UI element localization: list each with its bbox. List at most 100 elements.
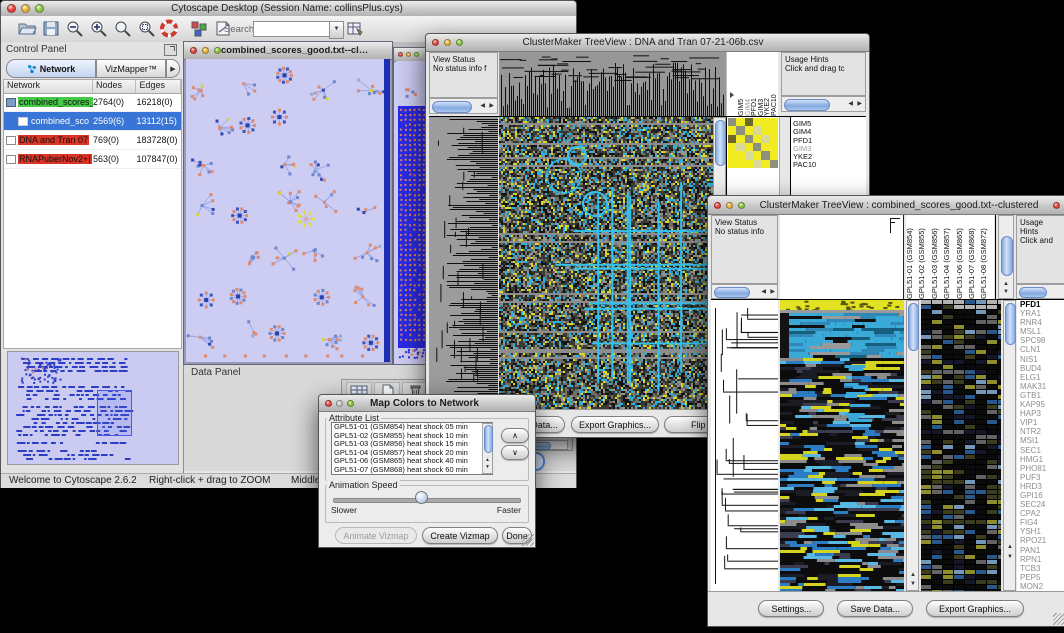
matrix-cell[interactable] bbox=[761, 135, 769, 143]
window-controls[interactable] bbox=[7, 4, 44, 13]
matrix-cell[interactable] bbox=[745, 118, 753, 126]
correlation-matrix[interactable] bbox=[728, 118, 778, 168]
gene-label[interactable]: PUF3 bbox=[1017, 473, 1064, 482]
gene-label[interactable]: CLN1 bbox=[1017, 345, 1064, 354]
search-dropdown-icon[interactable]: ▼ bbox=[329, 21, 344, 39]
resize-grip[interactable] bbox=[1053, 613, 1064, 625]
main-titlebar[interactable]: Cytoscape Desktop (Session Name: collins… bbox=[1, 1, 576, 17]
zoom-in-icon[interactable] bbox=[89, 19, 109, 38]
minimize-icon[interactable] bbox=[202, 47, 209, 54]
minimize-icon[interactable] bbox=[21, 4, 30, 13]
gene-label[interactable]: KAP95 bbox=[1017, 400, 1064, 409]
export-graphics-button[interactable]: Export Graphics... bbox=[571, 416, 659, 433]
usage-hints-hscrollbar[interactable] bbox=[1016, 284, 1064, 299]
gene-label[interactable]: SPC98 bbox=[1017, 336, 1064, 345]
float-panel-icon[interactable] bbox=[164, 44, 177, 56]
matrix-cell[interactable] bbox=[728, 118, 736, 126]
gene-label[interactable]: NIS1 bbox=[1017, 355, 1064, 364]
treeview2-titlebar[interactable]: ClusterMaker TreeView : combined_scores_… bbox=[708, 196, 1064, 215]
network-table-row[interactable]: combined_scores_ 2764(0) 16218(0) bbox=[4, 93, 181, 112]
matrix-cell[interactable] bbox=[770, 135, 778, 143]
matrix-cell[interactable] bbox=[753, 118, 761, 126]
gene-label[interactable]: GPI16 bbox=[1017, 491, 1064, 500]
labels-vscrollbar[interactable]: ▲▼ bbox=[998, 215, 1014, 299]
close-icon[interactable] bbox=[398, 52, 403, 57]
matrix-cell[interactable] bbox=[761, 118, 769, 126]
matrix-cell[interactable] bbox=[761, 151, 769, 159]
zoom-window-icon[interactable] bbox=[214, 47, 221, 54]
zoom-selected-icon[interactable] bbox=[137, 19, 157, 38]
attribute-browser-icon[interactable] bbox=[345, 19, 365, 38]
move-up-button[interactable]: ∧ bbox=[501, 428, 529, 443]
create-vizmap-button[interactable]: Create Vizmap bbox=[422, 527, 498, 544]
gene-label[interactable]: ELG1 bbox=[1017, 373, 1064, 382]
matrix-cell[interactable] bbox=[736, 160, 744, 168]
usage-hints-hscrollbar[interactable]: ◀▶ bbox=[781, 96, 866, 112]
matrix-cell[interactable] bbox=[745, 143, 753, 151]
minimize-icon[interactable] bbox=[406, 52, 411, 57]
network-table-row[interactable]: DNA and Tran 07 769(0) 183728(0) bbox=[4, 131, 181, 150]
zoom-window-icon[interactable] bbox=[738, 202, 745, 209]
treeview2-button[interactable]: Save Data... bbox=[837, 600, 913, 617]
gene-label[interactable]: SEC1 bbox=[1017, 446, 1064, 455]
network-table-header[interactable]: Network Nodes Edges bbox=[4, 80, 181, 94]
matrix-cell[interactable] bbox=[761, 126, 769, 134]
matrix-cell[interactable] bbox=[736, 143, 744, 151]
gene-label[interactable]: CPA2 bbox=[1017, 509, 1064, 518]
matrix-cell[interactable] bbox=[753, 126, 761, 134]
move-down-button[interactable]: ∨ bbox=[501, 445, 529, 460]
gene-label[interactable]: RNR4 bbox=[1017, 318, 1064, 327]
gene-label[interactable]: HMG1 bbox=[1017, 455, 1064, 464]
matrix-cell[interactable] bbox=[736, 118, 744, 126]
gene-label[interactable]: SEC24 bbox=[1017, 500, 1064, 509]
array-dendrogram[interactable] bbox=[499, 52, 726, 116]
dialog-titlebar[interactable]: Map Colors to Network bbox=[319, 395, 535, 412]
tab-vizmapper[interactable]: VizMapper™ bbox=[96, 59, 166, 78]
matrix-cell[interactable] bbox=[770, 151, 778, 159]
gene-label[interactable]: PHO81 bbox=[1017, 464, 1064, 473]
zoom-window-icon[interactable] bbox=[456, 39, 463, 46]
network-overview-thumbnail[interactable] bbox=[7, 351, 179, 465]
network-frame-titlebar[interactable]: combined_scores_good.txt--cluste... bbox=[184, 42, 392, 60]
matrix-cell[interactable] bbox=[728, 135, 736, 143]
minimize-icon[interactable] bbox=[336, 400, 343, 407]
matrix-cell[interactable] bbox=[736, 126, 744, 134]
array-dendrogram-area[interactable] bbox=[780, 215, 904, 299]
matrix-cell[interactable] bbox=[728, 126, 736, 134]
matrix-cell[interactable] bbox=[770, 118, 778, 126]
gene-label[interactable]: MAK31 bbox=[1017, 382, 1064, 391]
gene-label[interactable]: PEP5 bbox=[1017, 573, 1064, 582]
matrix-cell[interactable] bbox=[753, 160, 761, 168]
treeview2-button[interactable]: Export Graphics... bbox=[926, 600, 1024, 617]
search-input[interactable] bbox=[253, 21, 333, 37]
open-icon[interactable] bbox=[17, 19, 37, 38]
matrix-cell[interactable] bbox=[736, 135, 744, 143]
view-status-hscrollbar[interactable]: ◀▶ bbox=[429, 98, 498, 114]
zoom-fit-icon[interactable] bbox=[113, 19, 133, 38]
matrix-cell[interactable] bbox=[753, 135, 761, 143]
network-canvas[interactable] bbox=[186, 59, 384, 362]
gene-label[interactable]: HRD3 bbox=[1017, 482, 1064, 491]
vizmapper-icon[interactable] bbox=[189, 19, 209, 38]
matrix-cell[interactable] bbox=[745, 151, 753, 159]
heatmap-vscrollbar[interactable]: ▲▼ bbox=[906, 300, 919, 591]
matrix-cell[interactable] bbox=[770, 126, 778, 134]
minimize-icon[interactable] bbox=[726, 202, 733, 209]
matrix-cell[interactable] bbox=[761, 143, 769, 151]
gene-dendrogram[interactable] bbox=[711, 300, 778, 591]
network-table-row[interactable]: combined_sco 2569(6) 13112(15) bbox=[4, 112, 181, 131]
gene-label[interactable]: RPO21 bbox=[1017, 536, 1064, 545]
matrix-cell[interactable] bbox=[745, 135, 753, 143]
gene-label[interactable]: MSI1 bbox=[1017, 436, 1064, 445]
save-icon[interactable] bbox=[41, 19, 61, 38]
zoom-window-icon[interactable] bbox=[414, 52, 419, 57]
attribute-list-item[interactable]: GPL51-07 (GSM868) heat shock 60 min bbox=[332, 466, 492, 475]
matrix-cell[interactable] bbox=[728, 160, 736, 168]
gene-dendrogram[interactable] bbox=[429, 117, 498, 409]
tab-overflow-arrow[interactable]: ▶ bbox=[166, 59, 180, 78]
close-icon[interactable] bbox=[432, 39, 439, 46]
matrix-cell[interactable] bbox=[761, 160, 769, 168]
matrix-cell[interactable] bbox=[728, 143, 736, 151]
gene-label[interactable]: YRA1 bbox=[1017, 309, 1064, 318]
close-icon[interactable] bbox=[1053, 202, 1060, 209]
